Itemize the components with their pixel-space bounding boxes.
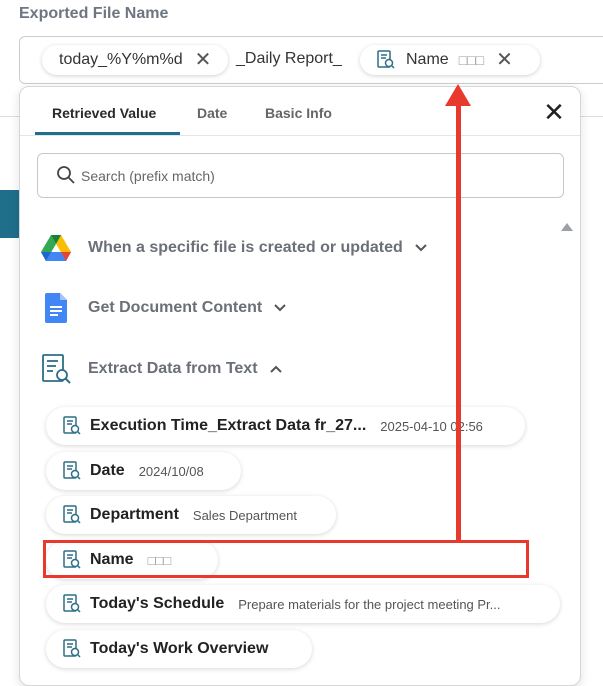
list-item-execution-time[interactable]: Execution Time_Extract Data fr_27... 202… — [46, 407, 525, 445]
item-name: Department — [90, 506, 179, 523]
list-item-todays-work-overview[interactable]: Today's Work Overview — [46, 630, 312, 668]
literal-text: _Daily Report_ — [236, 50, 342, 67]
item-name: Today's Schedule — [90, 595, 225, 612]
chip-name-value: □□□ — [458, 52, 485, 68]
doc-search-icon — [62, 638, 84, 660]
annotation-arrow — [456, 100, 461, 540]
chip-date-label: today_%Y%m%d — [59, 51, 183, 68]
remove-chip-icon[interactable]: ✕ — [195, 50, 212, 70]
list-item-department[interactable]: Department Sales Department — [46, 496, 336, 534]
value-picker-panel: Retrieved Value Date Basic Info ✕ Search… — [19, 86, 581, 686]
section-label: When a specific file is created or updat… — [88, 239, 403, 256]
close-icon[interactable]: ✕ — [542, 99, 566, 125]
section-extract-data[interactable]: Extract Data from Text — [40, 353, 282, 385]
chevron-up-icon[interactable] — [269, 362, 282, 376]
arrow-head-icon — [445, 84, 471, 106]
divider — [580, 116, 603, 117]
doc-search-icon — [376, 50, 396, 70]
section-label: Extract Data from Text — [88, 360, 258, 377]
doc-search-icon — [62, 504, 84, 526]
search-input[interactable]: Search (prefix match) — [37, 153, 564, 198]
chip-name-label: Name — [406, 51, 449, 68]
section-label: Get Document Content — [88, 299, 263, 316]
tab-date[interactable]: Date — [197, 105, 227, 121]
doc-search-icon — [62, 593, 84, 615]
variable-chip-date[interactable]: today_%Y%m%d ✕ — [42, 45, 228, 75]
tab-divider — [20, 135, 580, 136]
chevron-down-icon[interactable] — [415, 241, 427, 255]
active-tab-indicator — [35, 132, 180, 135]
doc-search-icon — [62, 460, 84, 482]
item-value: Sales Department — [192, 507, 297, 523]
item-name: Date — [90, 462, 125, 479]
google-drive-icon — [40, 232, 72, 264]
field-label: Exported File Name — [19, 5, 169, 22]
chevron-down-icon[interactable] — [274, 301, 286, 315]
item-name: Today's Work Overview — [90, 640, 269, 657]
doc-search-icon — [62, 415, 84, 437]
item-value: 2025-04-10 02:56 — [380, 418, 483, 434]
search-placeholder: Search (prefix match) — [81, 168, 215, 184]
google-docs-icon — [40, 292, 72, 324]
remove-chip-icon[interactable]: ✕ — [496, 50, 513, 70]
item-value: Prepare materials for the project meetin… — [238, 596, 501, 612]
search-icon — [56, 165, 76, 190]
list-item-todays-schedule[interactable]: Today's Schedule Prepare materials for t… — [46, 585, 560, 623]
scroll-up-icon[interactable] — [561, 223, 573, 231]
list-item-date[interactable]: Date 2024/10/08 — [46, 452, 241, 490]
item-name: Execution Time_Extract Data fr_27... — [90, 417, 367, 434]
highlight-box — [43, 540, 529, 578]
extract-text-icon — [40, 353, 72, 385]
item-value: 2024/10/08 — [138, 463, 204, 479]
tab-retrieved-value[interactable]: Retrieved Value — [52, 105, 156, 121]
tab-basic-info[interactable]: Basic Info — [265, 105, 332, 121]
variable-chip-name[interactable]: Name □□□ ✕ — [360, 45, 540, 75]
section-get-document[interactable]: Get Document Content — [40, 292, 286, 324]
section-drive-trigger[interactable]: When a specific file is created or updat… — [40, 232, 427, 264]
